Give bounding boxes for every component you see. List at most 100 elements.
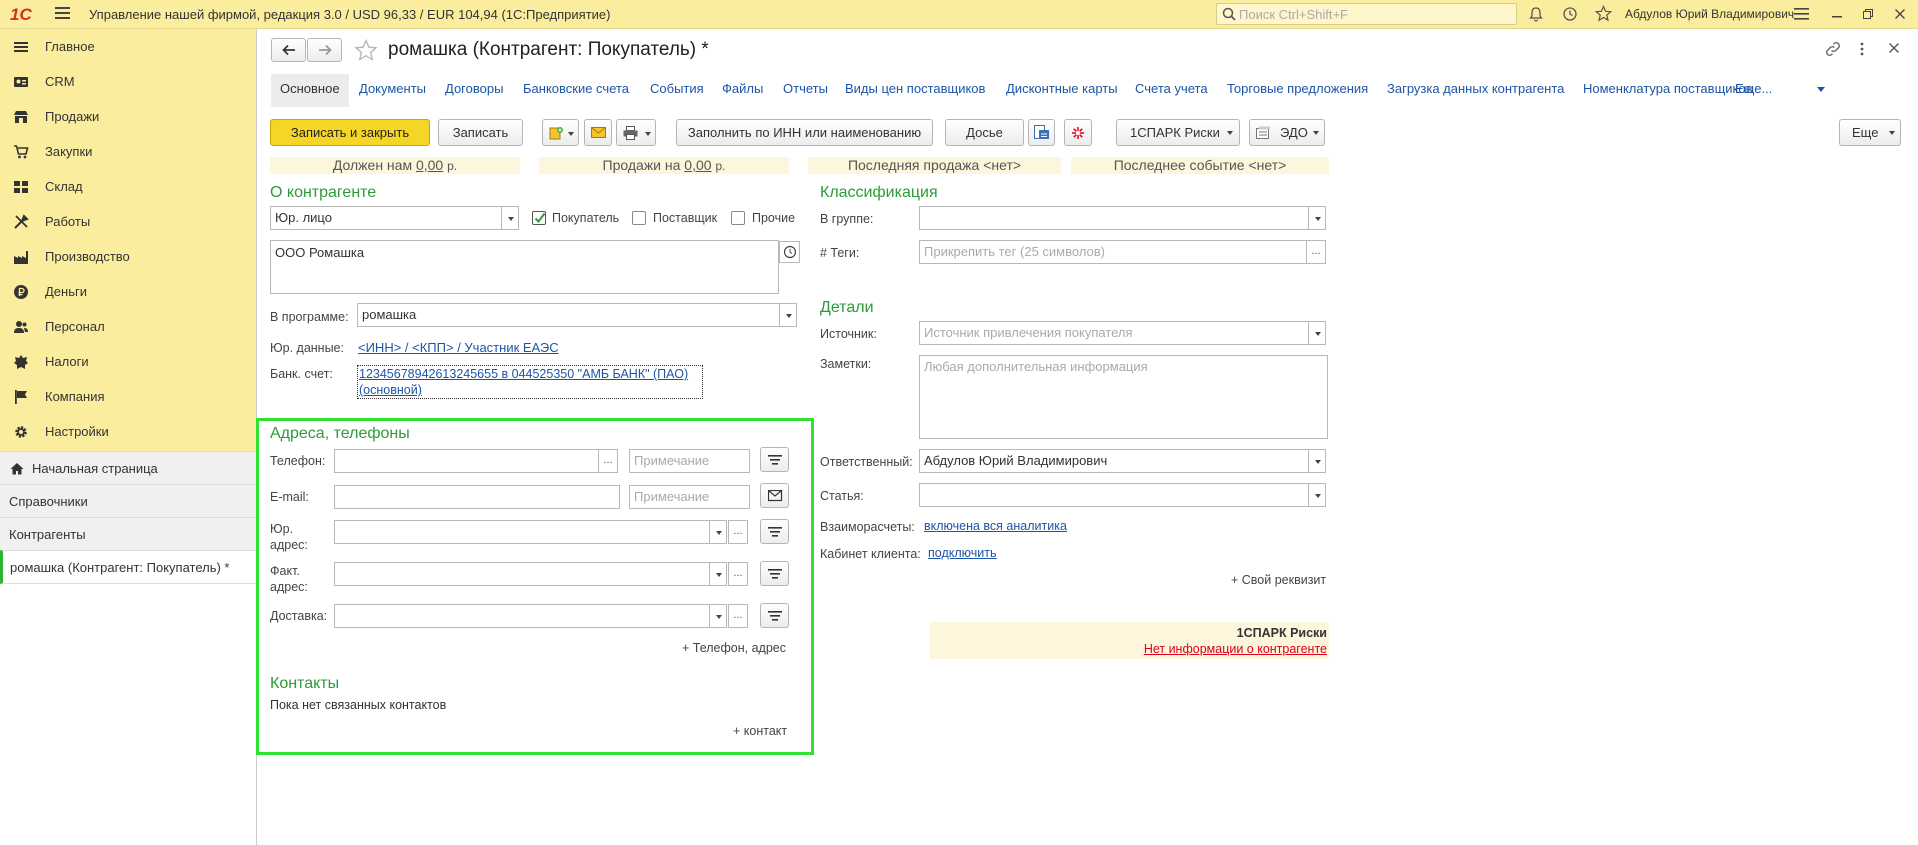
notes-textarea[interactable]: Любая дополнительная информация: [919, 355, 1328, 439]
report-button[interactable]: [1028, 119, 1055, 146]
dossier-button[interactable]: Досье: [945, 119, 1024, 146]
buyer-checkbox[interactable]: [532, 211, 546, 225]
fact-address-actions-button[interactable]: [760, 561, 789, 586]
section-purchases[interactable]: Закупки: [0, 134, 256, 169]
group-select[interactable]: [919, 206, 1309, 230]
settlements-link[interactable]: включена вся аналитика: [924, 519, 1067, 533]
tab-contracts[interactable]: Договоры: [445, 81, 503, 96]
tab-data-import[interactable]: Загрузка данных контрагента: [1387, 81, 1564, 96]
tab-documents[interactable]: Документы: [359, 81, 426, 96]
debt-value[interactable]: 0,00: [416, 157, 443, 173]
nav-home-page[interactable]: Начальная страница: [0, 451, 256, 484]
section-crm[interactable]: CRM: [0, 64, 256, 99]
name-history-button[interactable]: [779, 241, 800, 263]
send-email-button[interactable]: [584, 119, 612, 146]
email-note-input[interactable]: Примечание: [629, 485, 750, 509]
section-main[interactable]: Главное: [0, 29, 256, 64]
email-input[interactable]: [334, 485, 620, 509]
main-menu-icon[interactable]: [55, 6, 71, 20]
delivery-address-input[interactable]: [334, 604, 710, 628]
section-works[interactable]: Работы: [0, 204, 256, 239]
save-button[interactable]: Записать: [438, 119, 523, 146]
tab-bank-accounts[interactable]: Банковские счета: [523, 81, 629, 96]
spark-no-info-link[interactable]: Нет информации о контрагенте: [1144, 642, 1327, 656]
article-dropdown-button[interactable]: [1308, 483, 1326, 507]
create-based-on-button[interactable]: [542, 119, 579, 146]
section-sales[interactable]: Продажи: [0, 99, 256, 134]
link-icon[interactable]: [1824, 41, 1842, 57]
add-contact-link[interactable]: + контакт: [733, 724, 787, 738]
more-vertical-icon[interactable]: [1858, 41, 1866, 57]
spark-indicator-button[interactable]: [1064, 119, 1092, 146]
tab-supplier-price-types[interactable]: Виды цен поставщиков: [845, 81, 985, 96]
section-settings[interactable]: Настройки: [0, 414, 256, 449]
legal-data-link[interactable]: <ИНН> / <КПП> / Участник ЕАЭС: [358, 340, 559, 355]
section-warehouse[interactable]: Склад: [0, 169, 256, 204]
add-own-attribute-link[interactable]: + Свой реквизит: [1231, 573, 1326, 587]
full-name-field[interactable]: ООО Ромашка: [270, 240, 779, 294]
legal-address-dropdown-button[interactable]: [709, 520, 727, 544]
nav-references[interactable]: Справочники: [0, 484, 256, 517]
bell-icon[interactable]: [1528, 6, 1544, 22]
tab-reports[interactable]: Отчеты: [783, 81, 828, 96]
tab-files[interactable]: Файлы: [722, 81, 763, 96]
nav-open-form[interactable]: ромашка (Контрагент: Покупатель) *: [0, 550, 256, 584]
bank-account-link[interactable]: 12345678942613245655 в 044525350 "АМБ БА…: [357, 365, 703, 399]
tags-select-button[interactable]: ...: [1306, 240, 1326, 264]
source-select[interactable]: Источник привлечения покупателя: [919, 321, 1309, 345]
print-button[interactable]: [616, 119, 656, 146]
article-select[interactable]: [919, 483, 1309, 507]
send-email-field-button[interactable]: [760, 483, 789, 508]
fact-address-input[interactable]: [334, 562, 710, 586]
responsible-select[interactable]: Абдулов Юрий Владимирович: [919, 449, 1309, 473]
section-company[interactable]: Компания: [0, 379, 256, 414]
tab-more[interactable]: Еще...: [1735, 81, 1772, 96]
tab-events[interactable]: События: [650, 81, 704, 96]
phone-actions-button[interactable]: [760, 447, 789, 472]
favorite-star-icon[interactable]: [354, 39, 378, 61]
tab-supplier-nomenclature[interactable]: Номенклатура поставщиков: [1583, 81, 1753, 96]
edo-button[interactable]: ЭДО: [1249, 119, 1325, 146]
section-production[interactable]: Производство: [0, 239, 256, 274]
favorites-star-icon[interactable]: [1595, 5, 1612, 22]
nav-counterparties[interactable]: Контрагенты: [0, 517, 256, 550]
save-and-close-button[interactable]: Записать и закрыть: [270, 119, 430, 146]
tab-accounts[interactable]: Счета учета: [1135, 81, 1208, 96]
close-form-icon[interactable]: [1888, 42, 1900, 54]
other-checkbox[interactable]: [731, 211, 745, 225]
tab-main[interactable]: Основное: [280, 81, 340, 96]
delivery-address-select-button[interactable]: ...: [728, 604, 748, 628]
phone-note-input[interactable]: Примечание: [629, 449, 750, 473]
group-dropdown-button[interactable]: [1308, 206, 1326, 230]
restore-icon[interactable]: [1862, 7, 1874, 21]
client-cabinet-link[interactable]: подключить: [928, 546, 996, 560]
tags-input[interactable]: Прикрепить тег (25 символов): [919, 240, 1309, 264]
fact-address-select-button[interactable]: ...: [728, 562, 748, 586]
tab-trade-offers[interactable]: Торговые предложения: [1227, 81, 1368, 96]
current-user[interactable]: Абдулов Юрий Владимирович: [1625, 7, 1794, 21]
legal-address-input[interactable]: [334, 520, 710, 544]
phone-input[interactable]: [334, 449, 599, 473]
section-money[interactable]: Деньги: [0, 274, 256, 309]
more-actions-button[interactable]: Еще: [1839, 119, 1901, 146]
add-phone-address-link[interactable]: + Телефон, адрес: [682, 641, 786, 655]
fill-by-inn-button[interactable]: Заполнить по ИНН или наименованию: [676, 119, 933, 146]
settings-menu-icon[interactable]: [1794, 7, 1810, 21]
legal-form-dropdown-button[interactable]: [501, 206, 519, 230]
legal-address-actions-button[interactable]: [760, 519, 789, 544]
legal-form-select[interactable]: Юр. лицо: [270, 206, 502, 230]
spark-risks-button[interactable]: 1СПАРК Риски: [1116, 119, 1240, 146]
in-program-dropdown-button[interactable]: [779, 303, 797, 327]
in-program-field[interactable]: ромашка: [357, 303, 780, 327]
tab-discount-cards[interactable]: Дисконтные карты: [1006, 81, 1118, 96]
section-staff[interactable]: Персонал: [0, 309, 256, 344]
minimize-icon[interactable]: [1831, 7, 1843, 21]
fact-address-dropdown-button[interactable]: [709, 562, 727, 586]
supplier-checkbox[interactable]: [632, 211, 646, 225]
phone-select-button[interactable]: ...: [598, 449, 618, 473]
delivery-address-actions-button[interactable]: [760, 603, 789, 628]
legal-address-select-button[interactable]: ...: [728, 520, 748, 544]
back-button[interactable]: [271, 38, 306, 62]
sales-value[interactable]: 0,00: [684, 157, 711, 173]
responsible-dropdown-button[interactable]: [1308, 449, 1326, 473]
